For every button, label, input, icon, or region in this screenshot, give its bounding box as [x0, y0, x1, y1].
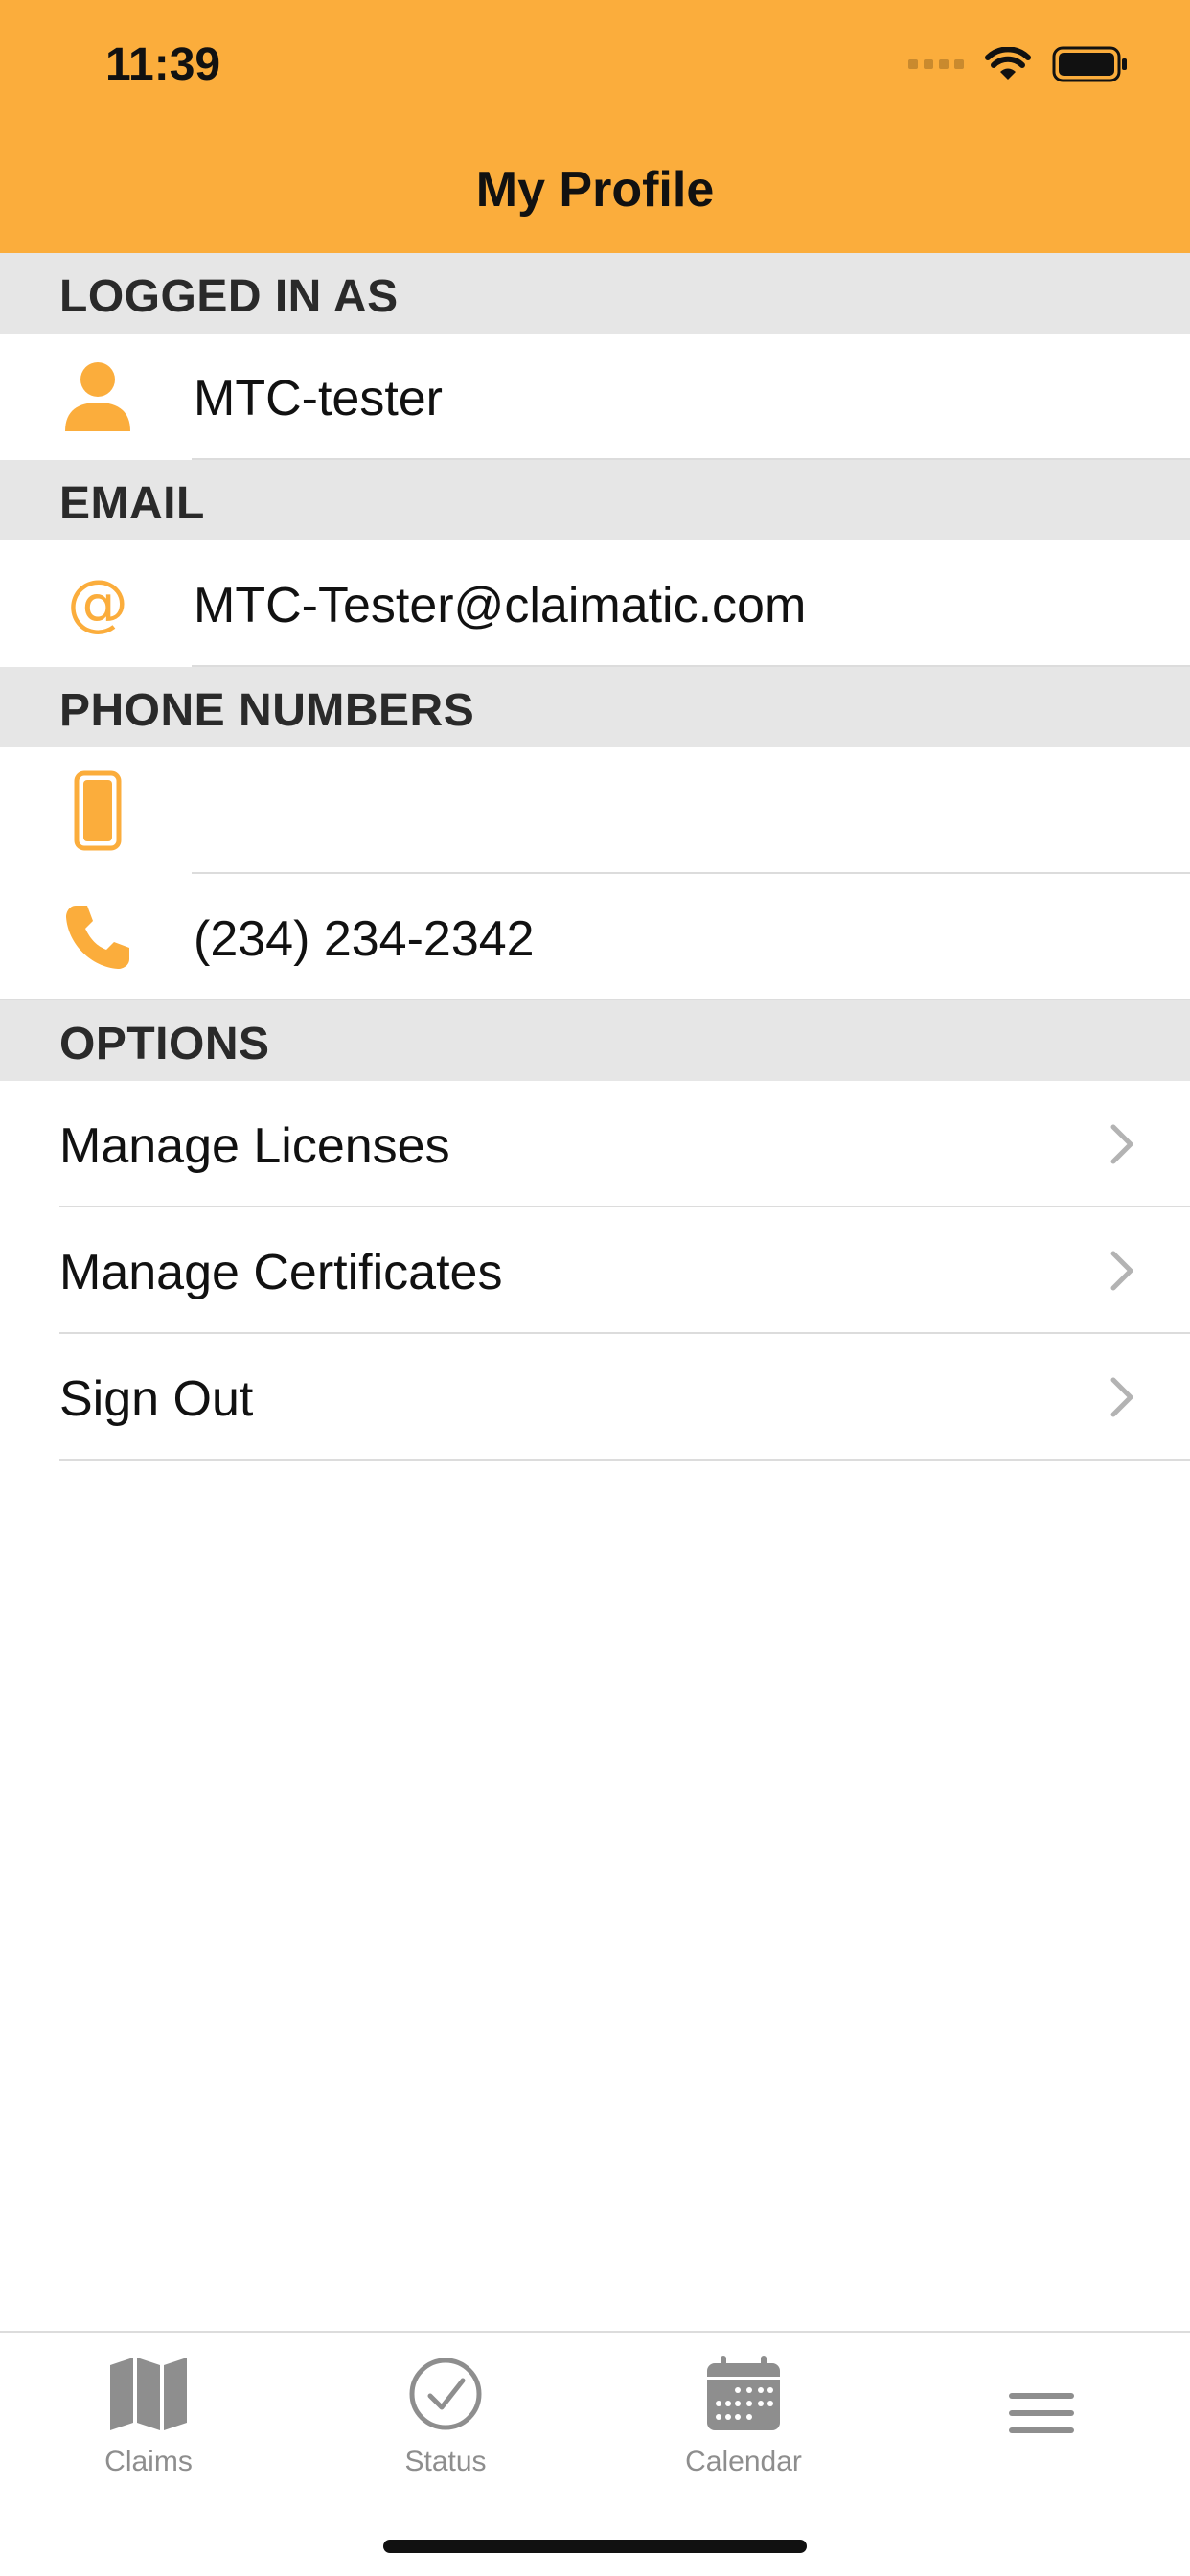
page-title: My Profile — [475, 162, 715, 218]
email-row[interactable]: @ MTC-Tester@claimatic.com — [0, 540, 1190, 667]
mobile-phone-icon — [59, 770, 136, 851]
home-indicator[interactable] — [383, 2540, 807, 2553]
tab-status[interactable]: Status — [350, 2346, 541, 2490]
option-manage-certificates[interactable]: Manage Certificates — [0, 1208, 1190, 1334]
landline-phone-row[interactable]: (234) 234-2342 — [0, 874, 1190, 1000]
section-header-options: OPTIONS — [0, 1000, 1190, 1081]
section-title: EMAIL — [59, 478, 205, 529]
calendar-icon — [696, 2346, 791, 2442]
wifi-icon — [985, 47, 1031, 80]
option-sign-out[interactable]: Sign Out — [0, 1334, 1190, 1460]
mobile-phone-row[interactable] — [0, 748, 1190, 874]
landline-phone-value: (234) 234-2342 — [194, 911, 535, 967]
logged-in-row: MTC-tester — [0, 334, 1190, 460]
tab-menu[interactable] — [946, 2346, 1137, 2490]
divider — [59, 1459, 1190, 1460]
battery-icon — [1052, 46, 1127, 82]
chevron-right-icon — [1110, 1124, 1133, 1164]
tab-calendar[interactable]: Calendar — [648, 2346, 839, 2490]
username-value: MTC-tester — [194, 371, 443, 426]
person-icon — [59, 358, 136, 435]
option-label: Manage Certificates — [59, 1245, 503, 1300]
tab-label: Calendar — [685, 2446, 802, 2477]
email-value: MTC-Tester@claimatic.com — [194, 578, 807, 633]
tab-label: Claims — [104, 2446, 193, 2477]
tab-label: Status — [404, 2446, 487, 2477]
status-time: 11:39 — [105, 39, 221, 90]
option-label: Manage Licenses — [59, 1118, 450, 1174]
option-manage-licenses[interactable]: Manage Licenses — [0, 1081, 1190, 1208]
section-header-email: EMAIL — [0, 460, 1190, 540]
menu-icon — [994, 2365, 1089, 2461]
at-icon: @ — [67, 568, 128, 639]
section-title: OPTIONS — [59, 1019, 270, 1070]
chevron-right-icon — [1110, 1377, 1133, 1417]
phone-handset-icon — [59, 899, 136, 976]
status-icons — [908, 46, 1129, 82]
tab-claims[interactable]: Claims — [53, 2346, 244, 2490]
map-icon — [101, 2346, 196, 2442]
cellular-signal-icon — [908, 59, 964, 69]
section-title: PHONE NUMBERS — [59, 685, 475, 736]
section-header-phones: PHONE NUMBERS — [0, 667, 1190, 748]
section-title: LOGGED IN AS — [59, 271, 399, 322]
chevron-right-icon — [1110, 1251, 1133, 1291]
option-label: Sign Out — [59, 1371, 254, 1427]
section-header-logged-in: LOGGED IN AS — [0, 253, 1190, 334]
checkmark-circle-icon — [398, 2346, 493, 2442]
nav-header: 11:39 My Profile — [0, 0, 1190, 253]
